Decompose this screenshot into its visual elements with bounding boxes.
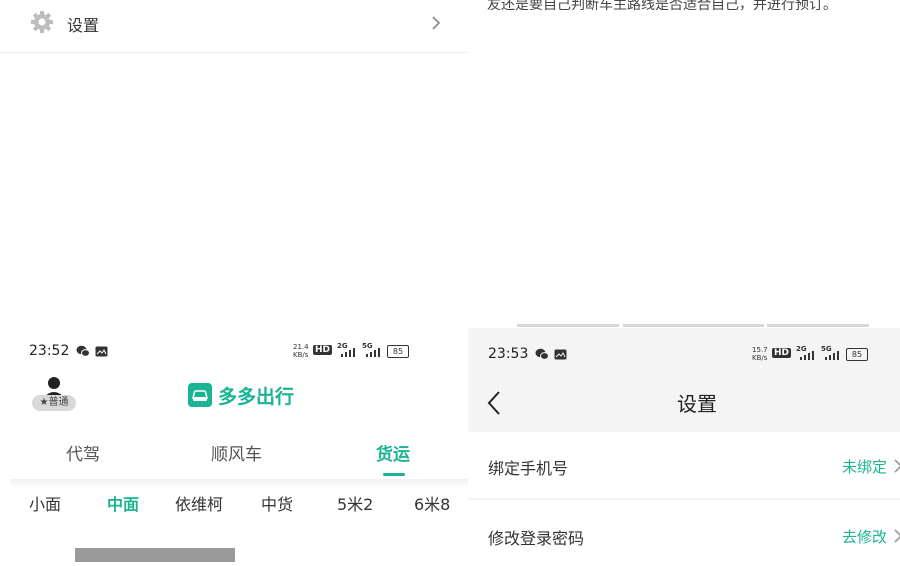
battery-indicator: 85 (387, 345, 409, 358)
change-password-label: 修改登录密码 (488, 529, 585, 548)
change-password-value: 去修改 (842, 528, 888, 546)
tab-freight[interactable]: 货运 (376, 440, 410, 465)
member-level-badge: ★普通 (32, 395, 76, 411)
app-brand-title: 多多出行 (218, 386, 295, 408)
car-logo-icon (188, 383, 212, 407)
bind-phone-label: 绑定手机号 (488, 459, 569, 478)
network-speed: 15.7 KB/s (752, 346, 768, 362)
signal-bars-icon (800, 351, 814, 360)
chevron-right-icon (894, 529, 900, 543)
signal-bars-icon (341, 348, 355, 357)
settings-label: 设置 (67, 16, 100, 35)
tab-designated-driver[interactable]: 代驾 (66, 440, 100, 465)
chevron-right-icon (894, 459, 900, 473)
category-small-van[interactable]: 小面 (29, 491, 61, 515)
scroll-indicator (767, 324, 869, 327)
network-speed: 21.4 KB/s (293, 343, 309, 359)
category-6m8[interactable]: 6米8 (414, 491, 450, 515)
category-5m2[interactable]: 5米2 (337, 491, 373, 515)
scroll-indicator (623, 324, 764, 327)
wechat-icon (535, 348, 549, 360)
signal-bars-icon (825, 351, 839, 360)
gallery-icon (554, 349, 567, 360)
category-medium-van[interactable]: 中面 (107, 491, 139, 515)
chevron-right-icon (432, 16, 441, 30)
vehicle-image (75, 548, 235, 562)
active-tab-indicator (383, 473, 405, 476)
category-medium-truck[interactable]: 中货 (261, 491, 293, 515)
hd-indicator: HD (313, 345, 333, 355)
signal-bars-icon (366, 348, 380, 357)
route-note-text: 友还是要自己判断车主路线是否适合自己，并进行预订。 (487, 0, 837, 13)
bind-phone-value: 未绑定 (842, 458, 888, 476)
divider (10, 479, 468, 487)
gear-icon (31, 11, 53, 33)
scroll-indicator (517, 324, 619, 327)
gallery-icon (95, 346, 108, 357)
category-iveco[interactable]: 依维柯 (175, 491, 223, 515)
page-title: 设置 (677, 392, 717, 416)
back-arrow-icon[interactable] (486, 390, 502, 416)
hd-indicator: HD (772, 348, 792, 358)
status-time: 23:53 (488, 346, 529, 362)
tab-ride-share[interactable]: 顺风车 (211, 440, 262, 465)
wechat-icon (76, 345, 90, 357)
status-time: 23:52 (29, 343, 70, 359)
battery-indicator: 85 (846, 348, 868, 361)
